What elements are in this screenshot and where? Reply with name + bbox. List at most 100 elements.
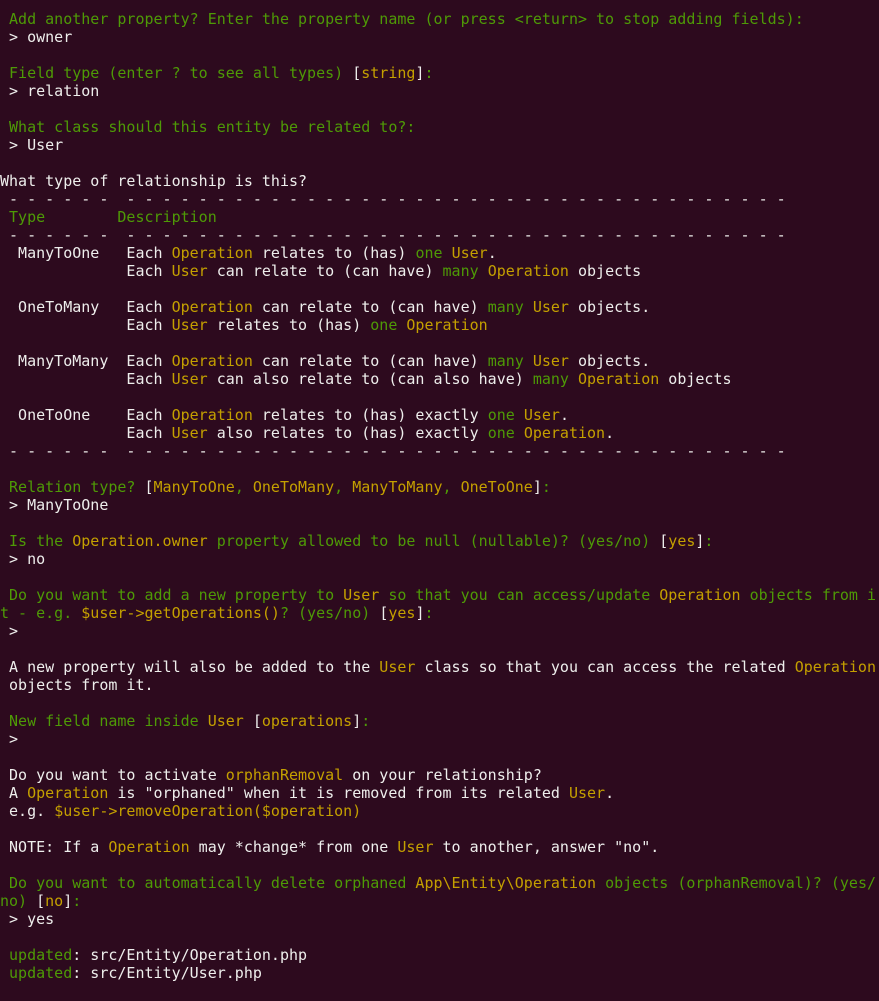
terminal-text-span: User	[523, 406, 560, 424]
terminal-text-span	[0, 208, 9, 226]
terminal-line: New field name inside User [operations]:	[0, 712, 879, 730]
terminal-screen-buffer[interactable]: Add another property? Enter the property…	[0, 10, 879, 1000]
terminal-text-span: ]	[352, 712, 362, 730]
terminal-text-span: App\Entity\Operation	[415, 874, 597, 892]
terminal-text-span: $user->removeOperation($operation)	[54, 802, 362, 820]
terminal-text-span: Is the	[0, 532, 73, 550]
terminal-text-span: property allowed to be null (nullable)? …	[207, 532, 660, 550]
terminal-line: t - e.g. $user->getOperations()? (yes/no…	[0, 604, 879, 622]
terminal-text-span: can also relate to (can also have)	[207, 370, 533, 388]
terminal-text-span: User	[171, 316, 208, 334]
terminal-line: A new property will also be added to the…	[0, 658, 879, 676]
terminal-line: Do you want to activate orphanRemoval on…	[0, 766, 879, 784]
terminal-line: > owner	[0, 28, 879, 46]
terminal-text-span: also relates to (has) exactly	[207, 424, 488, 442]
terminal-text-span: so that you can access/update	[379, 586, 660, 604]
terminal-line: e.g. $user->removeOperation($operation)	[0, 802, 879, 820]
terminal-text-span: .	[487, 244, 497, 262]
terminal-text-span: >	[0, 28, 28, 46]
terminal-text-span: Operation	[27, 784, 109, 802]
terminal-text-span: User	[379, 658, 416, 676]
terminal-text-span: :	[424, 604, 434, 622]
terminal-text-span: Operation	[523, 424, 606, 442]
terminal-text-span: [	[36, 892, 46, 910]
terminal-line: What class should this entity be related…	[0, 118, 879, 136]
terminal-text-span: :	[361, 712, 371, 730]
terminal-text-span: ,	[234, 478, 253, 496]
terminal-line: OneToMany Each Operation can relate to (…	[0, 298, 879, 316]
terminal-text-span: User	[171, 424, 208, 442]
terminal-text-span: .	[559, 406, 569, 424]
terminal-text-span: :	[704, 532, 714, 550]
terminal-text-span: Operation	[794, 658, 876, 676]
terminal-text-span: :	[424, 64, 434, 82]
terminal-text-span: one	[415, 244, 443, 262]
terminal-text-span: Do you want to activate	[0, 766, 226, 784]
terminal-text-span: Do you want to automatically delete orph…	[0, 874, 416, 892]
terminal-line: Do you want to automatically delete orph…	[0, 874, 879, 892]
terminal-text-span: New field name inside	[0, 712, 208, 730]
terminal-text-span: Each	[0, 316, 172, 334]
terminal-text-span: objects	[568, 262, 642, 280]
terminal-text-span: objects from i	[740, 586, 877, 604]
terminal-text-span: What class should this entity be related…	[0, 118, 416, 136]
terminal-text-span: no	[45, 892, 64, 910]
terminal-text-span: relation	[27, 82, 100, 100]
terminal-text-span: updated	[0, 964, 73, 982]
terminal-line: >	[0, 730, 879, 748]
terminal-text-span	[479, 262, 488, 280]
terminal-text-span: no)	[0, 892, 37, 910]
terminal-text-span: yes	[388, 604, 416, 622]
terminal-line: Each User relates to (has) one Operation	[0, 316, 879, 334]
terminal-text-span	[569, 370, 578, 388]
terminal-text-span: objects	[659, 370, 732, 388]
terminal-text-span: objects from it.	[0, 676, 154, 694]
terminal-text-span: can relate to (can have)	[252, 298, 488, 316]
terminal-text-span: Operation	[659, 586, 741, 604]
terminal-text-span: ManyToOne Each	[0, 244, 172, 262]
terminal-text-span: [	[252, 712, 262, 730]
terminal-text-span: What type of relationship is this?	[0, 172, 308, 190]
terminal-text-span: .	[605, 784, 615, 802]
terminal-text-span: >	[0, 622, 19, 640]
terminal-text-span: [	[352, 64, 362, 82]
terminal-text-span: Operation	[108, 838, 190, 856]
terminal-text-span: :	[541, 478, 551, 496]
terminal-line: OneToOne Each Operation relates to (has)…	[0, 406, 879, 424]
terminal-text-span: User	[27, 136, 64, 154]
terminal-text-span: OneToOne Each	[0, 406, 172, 424]
terminal-line: updated: src/Entity/User.php	[0, 964, 879, 982]
terminal-text-span: >	[0, 910, 28, 928]
terminal-text-span: >	[0, 496, 28, 514]
terminal-line: > User	[0, 136, 879, 154]
terminal-text-span: Operation	[487, 262, 569, 280]
terminal-text-span: Relation type?	[0, 478, 145, 496]
terminal-line: > no	[0, 550, 879, 568]
terminal-text-span: OneToOne	[460, 478, 533, 496]
terminal-line: updated: src/Entity/Operation.php	[0, 946, 879, 964]
terminal-text-span: objects.	[568, 298, 651, 316]
terminal-text-span: objects (orphanRemoval)? (yes/	[596, 874, 877, 892]
terminal-text-span: Description	[117, 208, 217, 226]
terminal-line: ManyToOne Each Operation relates to (has…	[0, 244, 879, 262]
terminal-text-span: Add another property? Enter the property…	[0, 10, 795, 28]
terminal-text-span: no	[27, 550, 46, 568]
terminal-text-span: .	[605, 424, 615, 442]
terminal-text-span	[515, 406, 524, 424]
terminal-text-span: ManyToOne	[27, 496, 109, 514]
terminal-text-span	[443, 244, 452, 262]
terminal-text-span: >	[0, 730, 19, 748]
terminal-text-span: string	[361, 64, 416, 82]
terminal-window[interactable]: Add another property? Enter the property…	[0, 0, 879, 1001]
terminal-text-span: ManyToMany Each	[0, 352, 172, 370]
terminal-text-span: User	[568, 784, 606, 802]
terminal-line: A Operation is "orphaned" when it is rem…	[0, 784, 879, 802]
